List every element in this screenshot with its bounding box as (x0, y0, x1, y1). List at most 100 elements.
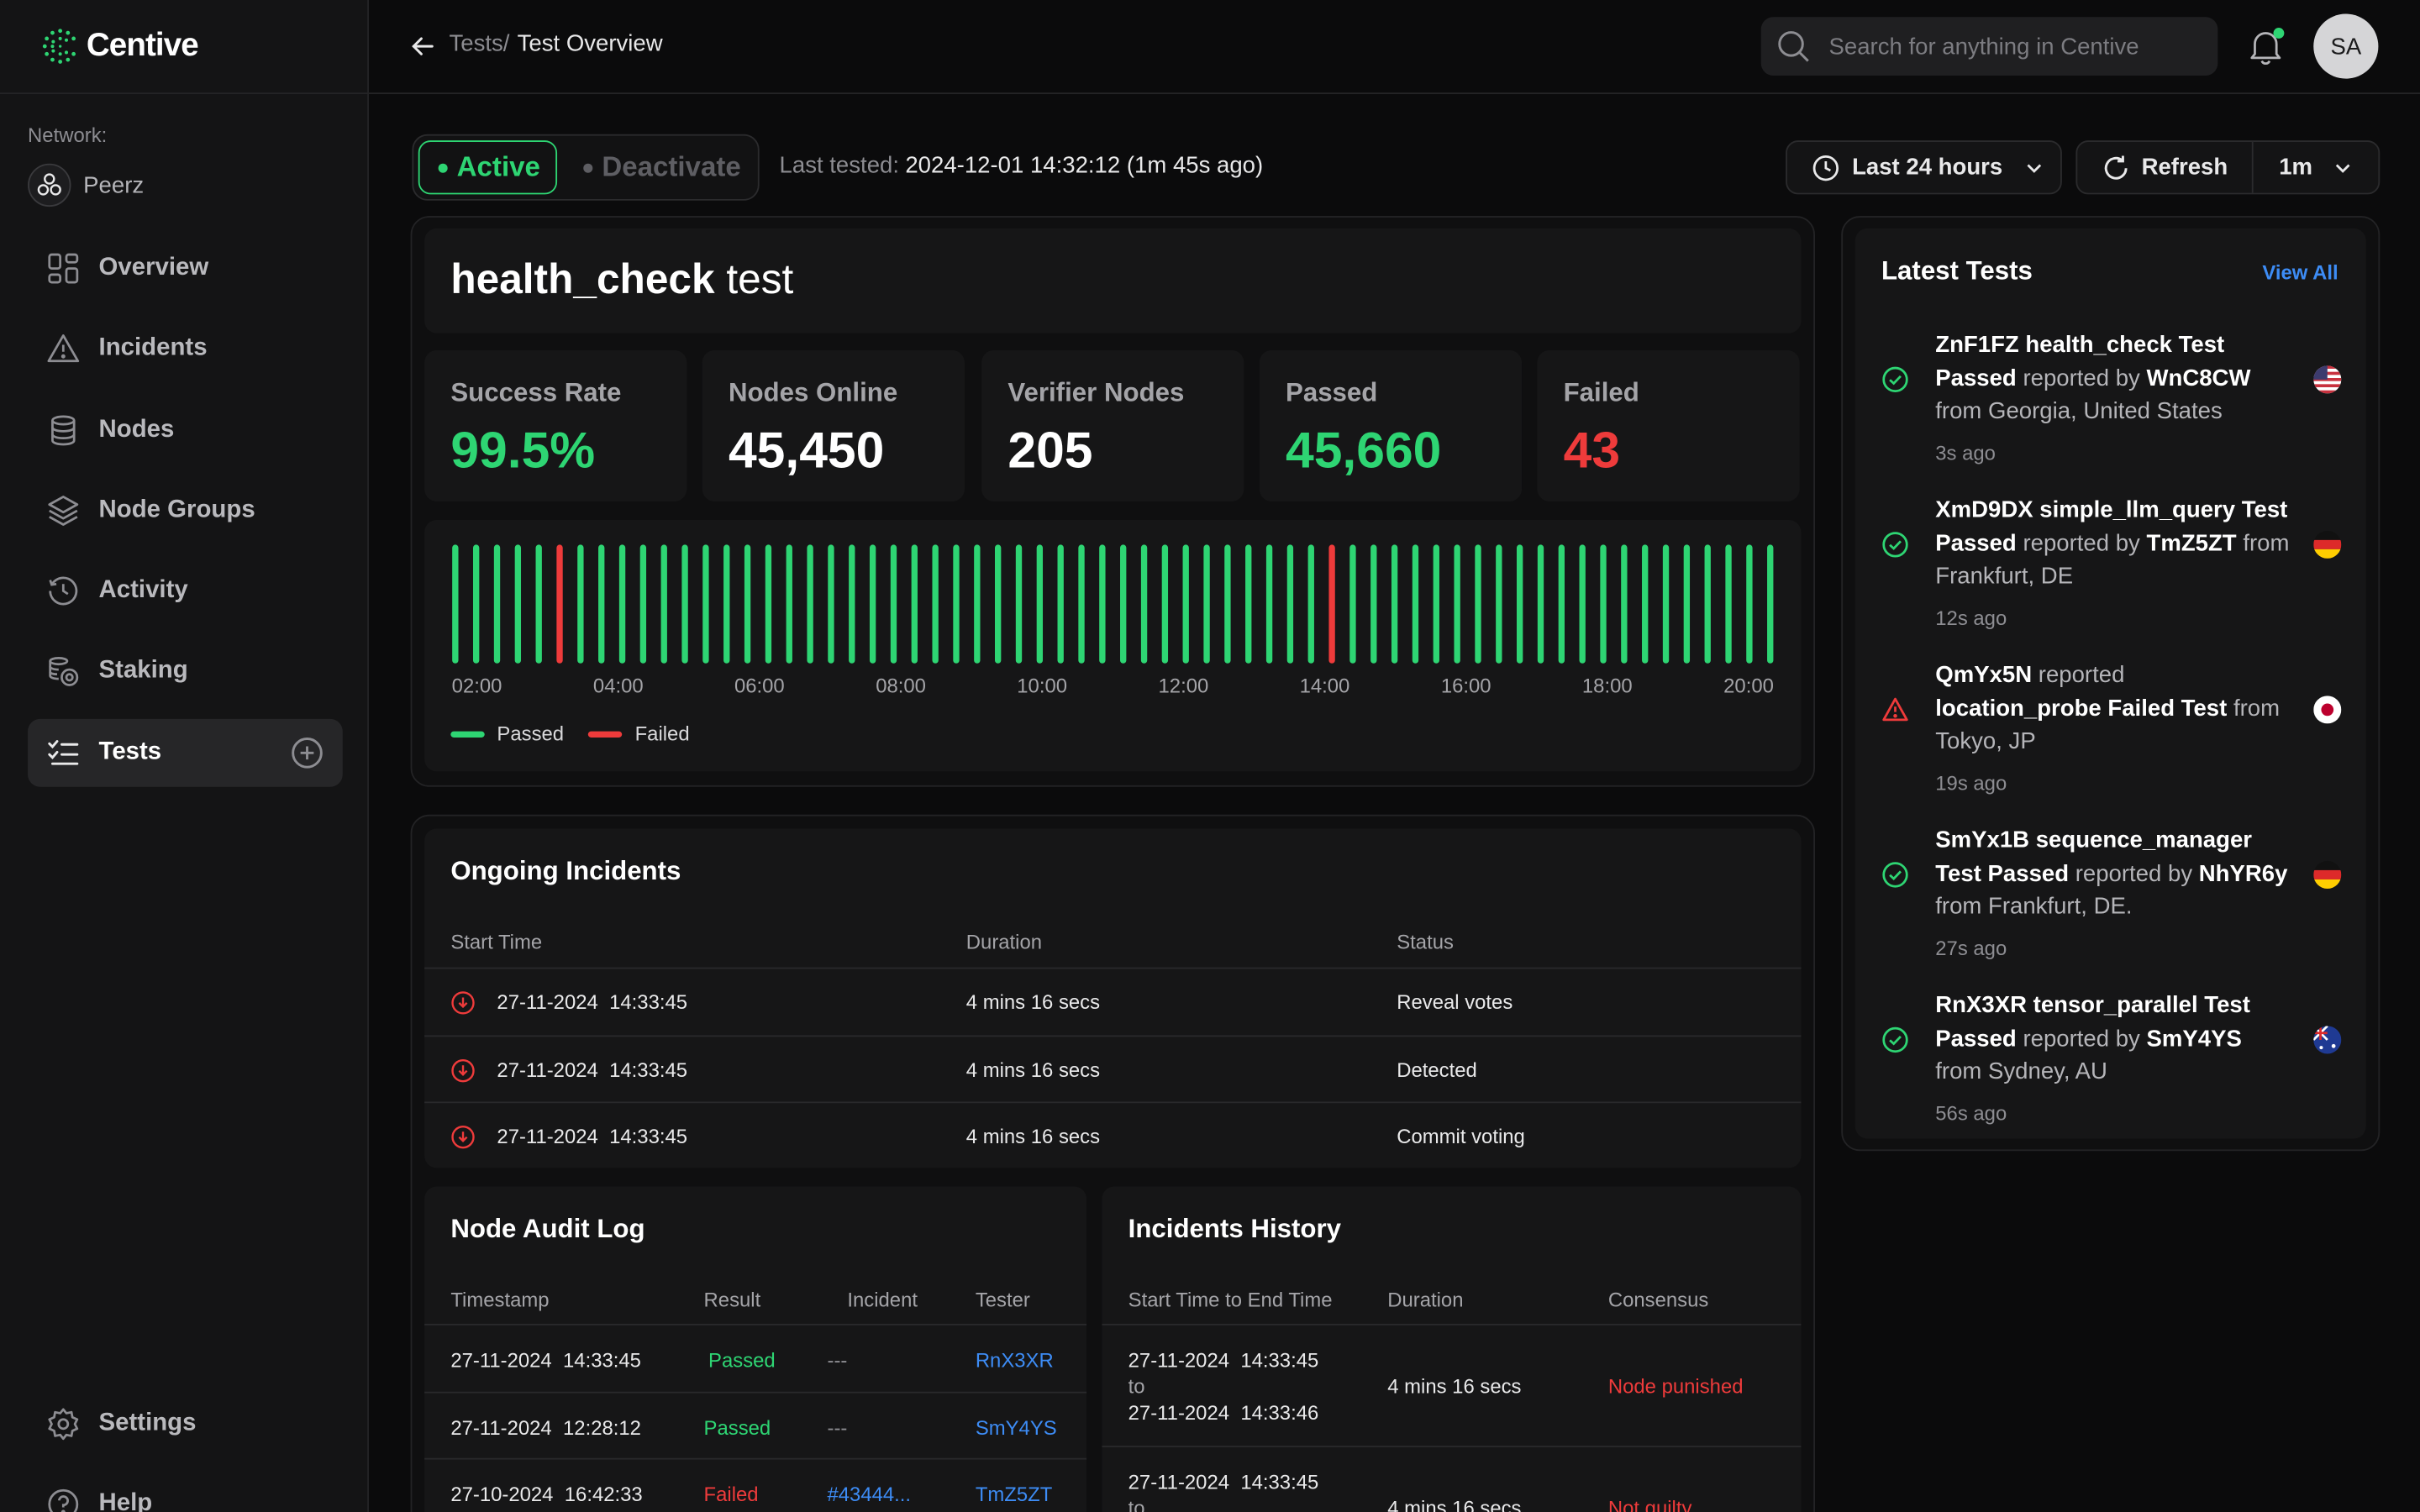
passed-bar[interactable] (765, 544, 772, 664)
passed-bar[interactable] (472, 544, 480, 664)
passed-bar[interactable] (681, 544, 688, 664)
passed-bar[interactable] (1286, 544, 1294, 664)
passed-bar[interactable] (514, 544, 522, 664)
passed-bar[interactable] (1349, 544, 1356, 664)
table-row[interactable]: 27-10-2024 16:42:33 Failed #43444... TmZ… (424, 1457, 1087, 1512)
table-row[interactable]: 27-11-2024 12:28:12 Passed --- SmY4YS (424, 1391, 1087, 1458)
tester-link[interactable]: TmZ5ZT (976, 1483, 1053, 1506)
table-row[interactable]: 27-11-2024 14:33:45 4 mins 16 secs Revea… (424, 967, 1802, 1036)
passed-bar[interactable] (1496, 544, 1502, 664)
passed-bar[interactable] (723, 544, 730, 664)
passed-bar[interactable] (1621, 544, 1628, 664)
logo[interactable]: Centive (40, 24, 199, 67)
search-bar[interactable] (1760, 17, 2218, 76)
passed-bar[interactable] (1057, 544, 1064, 664)
passed-bar[interactable] (1078, 544, 1085, 664)
passed-bar[interactable] (1475, 544, 1481, 664)
sidebar-item-settings[interactable]: Settings (28, 1390, 343, 1458)
passed-bar[interactable] (869, 544, 876, 664)
passed-bar[interactable] (1767, 544, 1774, 664)
latest-test-item[interactable]: ZnF1FZ health_check Test Passed reported… (1881, 328, 2344, 475)
passed-bar[interactable] (911, 544, 918, 664)
passed-bar[interactable] (702, 544, 709, 664)
passed-bar[interactable] (1015, 544, 1023, 664)
refresh-interval-dropdown[interactable]: 1m (2254, 142, 2379, 193)
passed-bar[interactable] (1370, 544, 1377, 664)
passed-bar[interactable] (786, 544, 792, 664)
view-all-link[interactable]: View All (2262, 260, 2338, 284)
notifications-button[interactable] (2245, 26, 2286, 66)
passed-bar[interactable] (1099, 544, 1106, 664)
passed-bar[interactable] (1120, 544, 1127, 664)
passed-bar[interactable] (1161, 544, 1169, 664)
passed-bar[interactable] (1140, 544, 1148, 664)
sidebar-item-tests[interactable]: Tests (28, 718, 343, 787)
passed-bar[interactable] (890, 544, 897, 664)
passed-bar[interactable] (618, 544, 626, 664)
passed-bar[interactable] (452, 544, 459, 664)
sidebar-item-nodes[interactable]: Nodes (28, 396, 343, 464)
passed-bar[interactable] (1307, 544, 1314, 664)
back-arrow-icon[interactable] (409, 33, 437, 60)
passed-bar[interactable] (1265, 544, 1273, 664)
sidebar-item-staking[interactable]: Staking (28, 638, 343, 706)
breadcrumb-tests[interactable]: Tests (449, 31, 502, 57)
table-row[interactable]: 27-11-2024 14:33:45 4 mins 16 secs Commi… (424, 1101, 1802, 1168)
search-input[interactable] (1828, 33, 2200, 60)
sidebar-item-incidents[interactable]: Incidents (28, 315, 343, 383)
passed-bar[interactable] (1245, 544, 1252, 664)
time-range-dropdown[interactable]: Last 24 hours (1786, 140, 2062, 195)
latest-test-item[interactable]: RnX3XR tensor_parallel Test Passed repor… (1881, 989, 2344, 1135)
tester-link[interactable]: RnX3XR (976, 1348, 1054, 1372)
table-row[interactable]: 27-11-2024 14:33:45 Passed --- RnX3XR (424, 1323, 1087, 1392)
passed-bar[interactable] (994, 544, 1002, 664)
sidebar-item-overview[interactable]: Overview (28, 234, 343, 302)
add-test-icon[interactable] (290, 736, 324, 769)
failed-bar[interactable] (1328, 544, 1335, 664)
passed-bar[interactable] (1036, 544, 1044, 664)
table-row[interactable]: 27-11-2024 14:33:45 to 27-11-2024 14:33:… (1102, 1323, 1802, 1446)
passed-bar[interactable] (1454, 544, 1460, 664)
passed-bar[interactable] (1433, 544, 1439, 664)
passed-bar[interactable] (849, 544, 855, 664)
passed-bar[interactable] (1537, 544, 1544, 664)
passed-bar[interactable] (953, 544, 960, 664)
passed-bar[interactable] (1683, 544, 1691, 664)
passed-bar[interactable] (598, 544, 605, 664)
passed-bar[interactable] (1516, 544, 1523, 664)
passed-bar[interactable] (974, 544, 981, 664)
passed-bar[interactable] (828, 544, 834, 664)
sidebar-item-node-groups[interactable]: Node Groups (28, 476, 343, 544)
passed-bar[interactable] (1600, 544, 1607, 664)
refresh-button[interactable]: Refresh (2077, 141, 2254, 193)
passed-bar[interactable] (1704, 544, 1711, 664)
passed-bar[interactable] (660, 544, 667, 664)
passed-bar[interactable] (1182, 544, 1189, 664)
passed-bar[interactable] (639, 544, 647, 664)
passed-bar[interactable] (493, 544, 501, 664)
passed-bar[interactable] (1662, 544, 1670, 664)
passed-bar[interactable] (1725, 544, 1732, 664)
sidebar-item-help[interactable]: Help (28, 1471, 343, 1512)
passed-bar[interactable] (807, 544, 813, 664)
passed-bar[interactable] (1642, 544, 1649, 664)
passed-bar[interactable] (577, 544, 584, 664)
network-selector[interactable]: Peerz (28, 163, 144, 207)
passed-bar[interactable] (744, 544, 751, 664)
passed-bar[interactable] (1224, 544, 1231, 664)
table-row[interactable]: 27-11-2024 14:33:45 4 mins 16 secs Detec… (424, 1035, 1802, 1101)
passed-bar[interactable] (535, 544, 542, 664)
table-row[interactable]: 27-11-2024 14:33:45 to 4 mins 16 secs No… (1102, 1446, 1802, 1512)
active-button[interactable]: Active (418, 140, 558, 195)
passed-bar[interactable] (1558, 544, 1565, 664)
latest-test-item[interactable]: SmYx1B sequence_manager Test Passed repo… (1881, 824, 2344, 970)
passed-bar[interactable] (1391, 544, 1398, 664)
passed-bar[interactable] (1579, 544, 1586, 664)
failed-bar[interactable] (556, 544, 563, 664)
deactivate-button[interactable]: Deactivate (583, 140, 741, 194)
passed-bar[interactable] (1746, 544, 1753, 664)
passed-bar[interactable] (932, 544, 939, 664)
latest-test-item[interactable]: XmD9DX simple_llm_query Test Passed repo… (1881, 494, 2344, 640)
sidebar-item-activity[interactable]: Activity (28, 557, 343, 625)
latest-test-item[interactable]: QmYx5N reported location_probe Failed Te… (1881, 659, 2344, 805)
